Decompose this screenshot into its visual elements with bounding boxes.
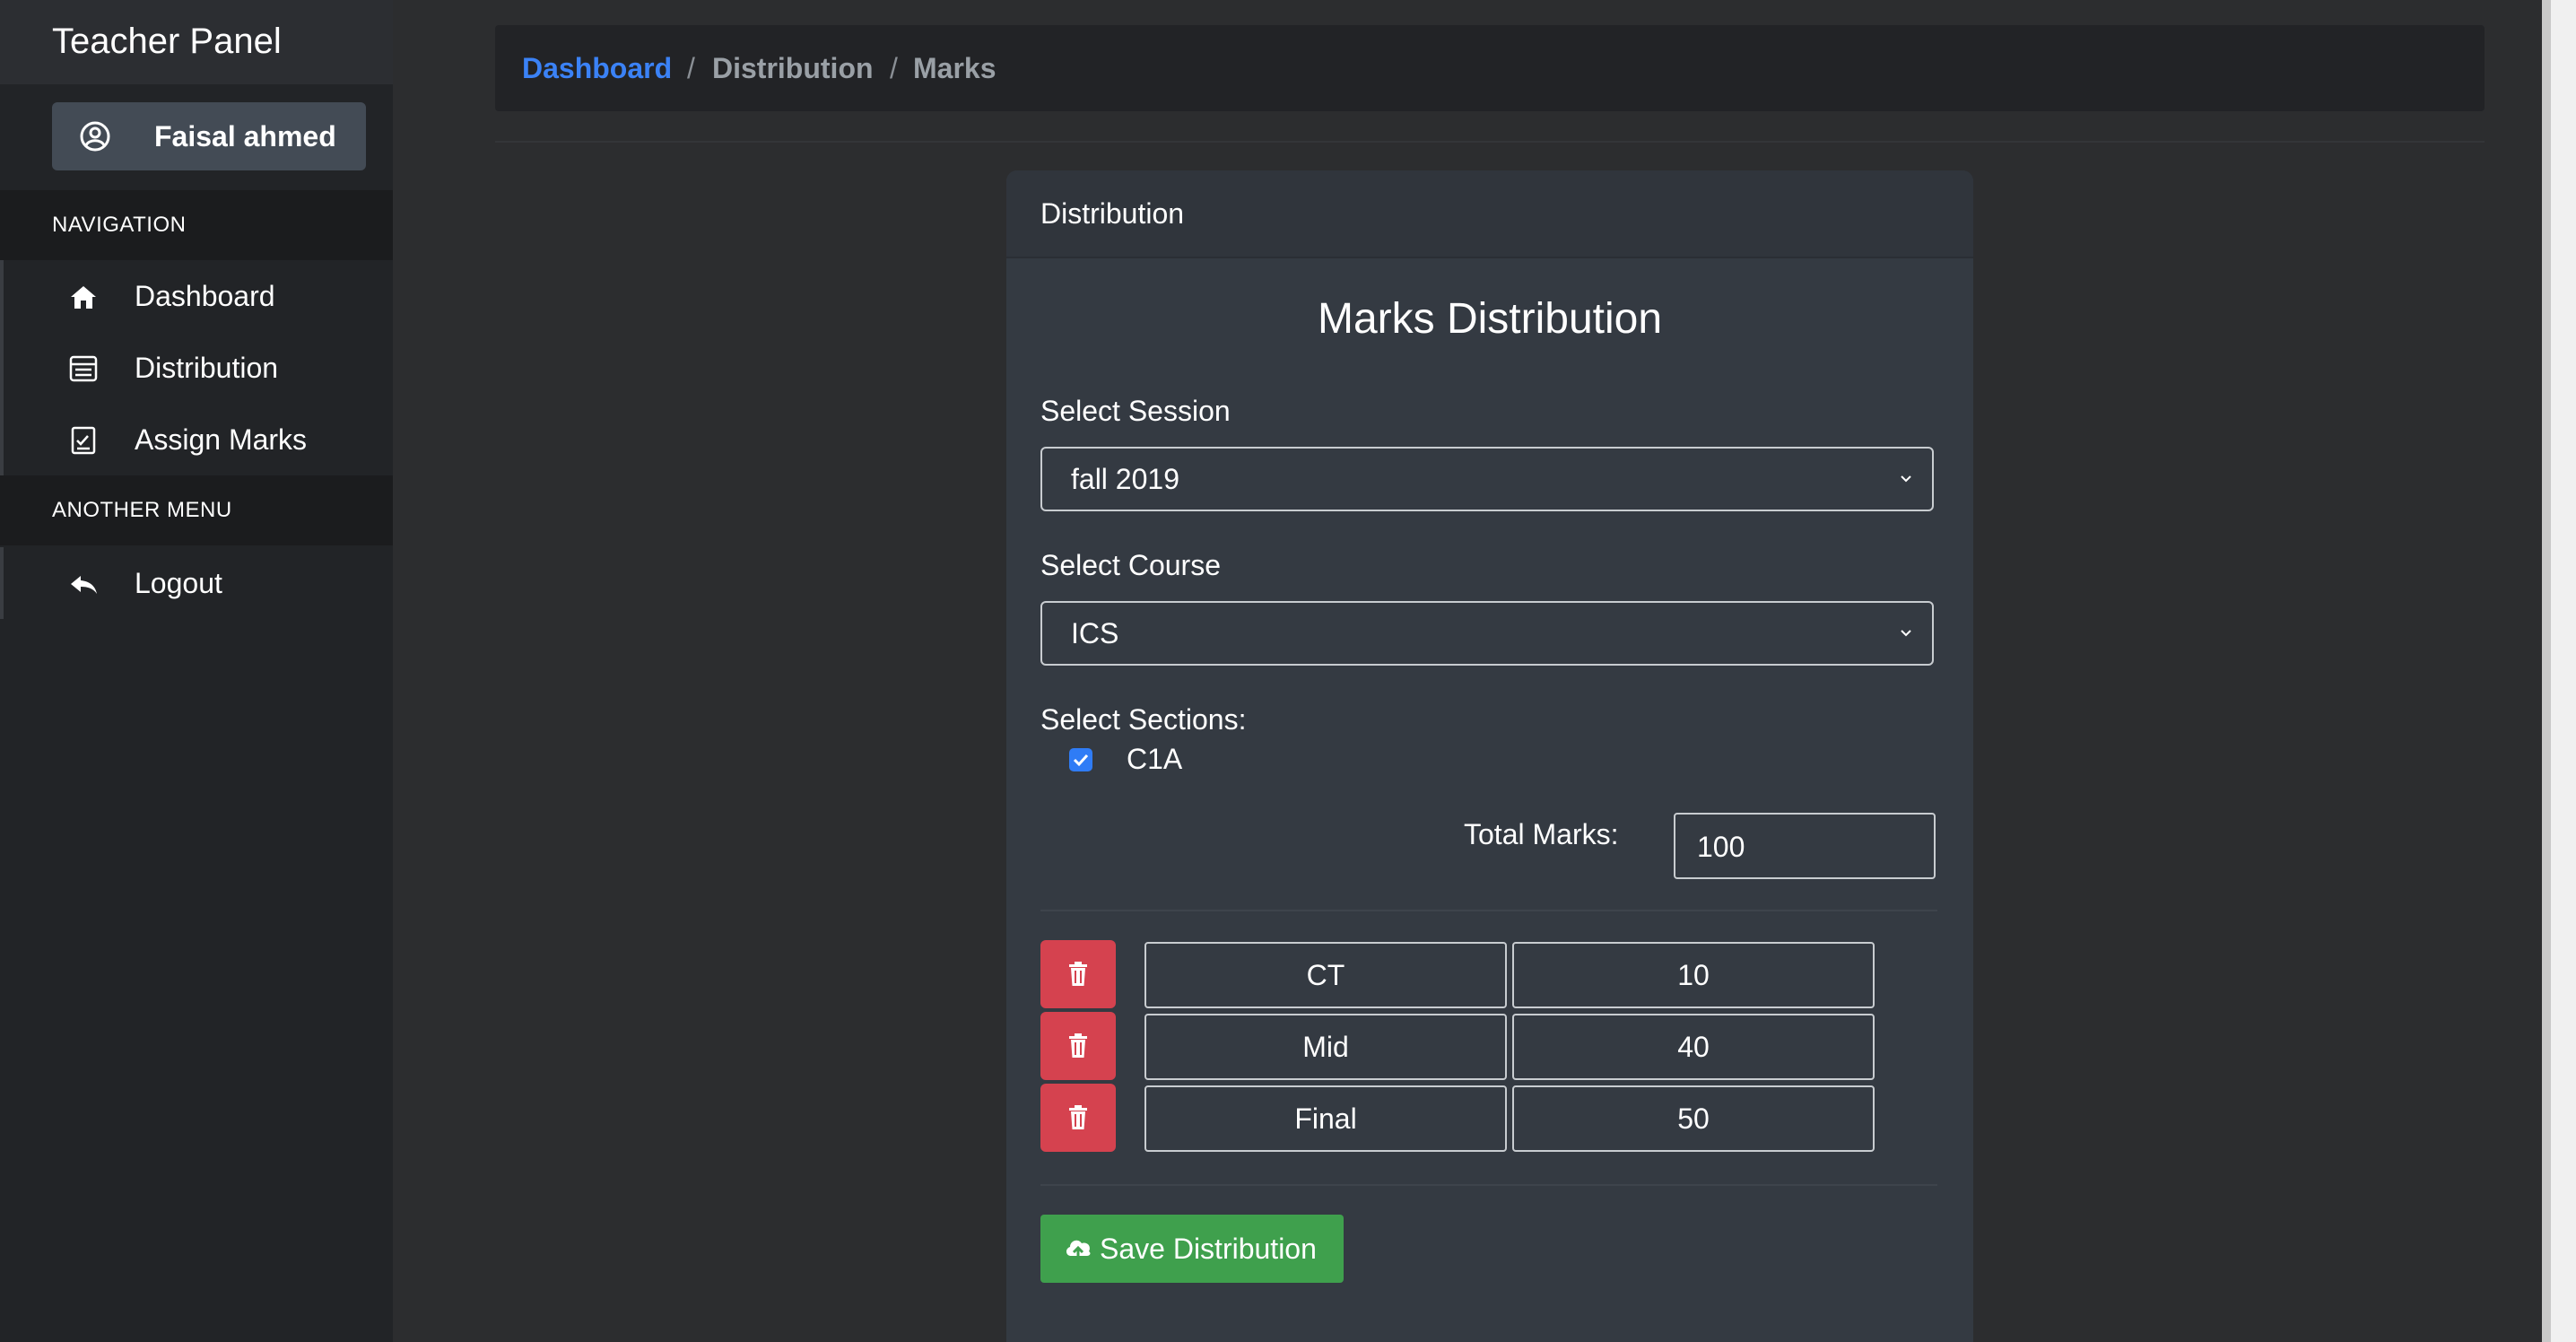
- page: Teacher Panel Faisal ahmed NAVIGATION Da…: [0, 0, 2576, 1342]
- trash-icon: [1069, 1033, 1087, 1058]
- save-distribution-button[interactable]: Save Distribution: [1040, 1215, 1344, 1283]
- delete-row-button[interactable]: [1040, 1084, 1116, 1152]
- distribution-row: Mid 40: [1040, 1012, 1937, 1080]
- window-edge: [2542, 0, 2576, 1342]
- section-checkbox-c1a[interactable]: [1069, 748, 1092, 771]
- breadcrumb-dashboard[interactable]: Dashboard: [522, 25, 672, 111]
- assign-marks-icon: [68, 425, 99, 456]
- breadcrumb-marks: Marks: [913, 52, 996, 84]
- chevron-down-icon: [1898, 470, 1914, 486]
- user-name: Faisal ahmed: [154, 120, 336, 152]
- divider: [1040, 910, 1937, 911]
- component-marks-input[interactable]: 10: [1512, 942, 1875, 1008]
- course-select[interactable]: ICS: [1040, 601, 1934, 666]
- nav-group-main: Dashboard Distribution Assign Marks: [0, 260, 393, 475]
- sidebar-item-assign-marks[interactable]: Assign Marks: [4, 404, 393, 475]
- component-name-input[interactable]: Final: [1144, 1085, 1507, 1152]
- logout-icon: [68, 569, 99, 599]
- divider: [495, 141, 2485, 143]
- distribution-icon: [68, 353, 99, 384]
- component-name-input[interactable]: CT: [1144, 942, 1507, 1008]
- course-label: Select Course: [1040, 549, 1221, 581]
- breadcrumb-separator: /: [687, 52, 695, 84]
- distribution-card: Distribution Marks Distribution Select S…: [1006, 170, 1973, 1342]
- sidebar: Teacher Panel Faisal ahmed NAVIGATION Da…: [0, 0, 393, 1342]
- total-marks-input[interactable]: 100: [1674, 813, 1936, 879]
- total-marks-value: 100: [1697, 831, 1745, 863]
- nav-group-another: Logout: [0, 547, 393, 619]
- component-name-input[interactable]: Mid: [1144, 1014, 1507, 1080]
- cloud-upload-icon: [1066, 1240, 1091, 1259]
- delete-row-button[interactable]: [1040, 1012, 1116, 1080]
- component-marks-input[interactable]: 50: [1512, 1085, 1875, 1152]
- distribution-row: CT 10: [1040, 940, 1937, 1008]
- card-header: Distribution: [1006, 170, 1973, 258]
- user-profile-button[interactable]: Faisal ahmed: [52, 102, 366, 170]
- trash-icon: [1069, 962, 1087, 986]
- session-label: Select Session: [1040, 395, 1231, 427]
- sidebar-item-logout[interactable]: Logout: [4, 547, 393, 619]
- component-marks-input[interactable]: 40: [1512, 1014, 1875, 1080]
- sidebar-item-label: Dashboard: [135, 280, 275, 312]
- sidebar-item-dashboard[interactable]: Dashboard: [4, 260, 393, 332]
- section-checkbox-label: C1A: [1127, 743, 1183, 775]
- nav-section-label: NAVIGATION: [52, 213, 187, 237]
- page-title: Marks Distribution: [1317, 295, 1663, 343]
- total-marks-label: Total Marks:: [1464, 818, 1619, 850]
- save-button-label: Save Distribution: [1100, 1233, 1317, 1265]
- course-select-value: ICS: [1071, 617, 1119, 649]
- distribution-row: Final 50: [1040, 1084, 1937, 1152]
- sidebar-item-label: Logout: [135, 567, 222, 599]
- sidebar-item-label: Distribution: [135, 352, 279, 384]
- trash-icon: [1069, 1105, 1087, 1129]
- home-icon: [68, 282, 99, 312]
- breadcrumb-separator: /: [890, 52, 898, 84]
- another-menu-section-header: ANOTHER MENU: [0, 475, 393, 545]
- sidebar-item-label: Assign Marks: [135, 423, 308, 456]
- delete-row-button[interactable]: [1040, 940, 1116, 1008]
- breadcrumb-distribution: Distribution: [712, 52, 874, 84]
- session-select-value: fall 2019: [1071, 463, 1179, 495]
- chevron-down-icon: [1898, 624, 1914, 640]
- nav-section-header: NAVIGATION: [0, 190, 393, 260]
- sections-label: Select Sections:: [1040, 703, 1247, 736]
- another-menu-section-label: ANOTHER MENU: [52, 498, 232, 522]
- app-title: Teacher Panel: [52, 22, 282, 61]
- sidebar-item-distribution[interactable]: Distribution: [4, 332, 393, 404]
- divider: [1040, 1184, 1937, 1186]
- brand-bar: Teacher Panel: [0, 0, 393, 84]
- breadcrumb: Dashboard / Distribution / Marks: [495, 25, 2485, 111]
- session-select[interactable]: fall 2019: [1040, 447, 1934, 511]
- user-circle-icon: [79, 120, 111, 152]
- card-header-title: Distribution: [1040, 197, 1185, 230]
